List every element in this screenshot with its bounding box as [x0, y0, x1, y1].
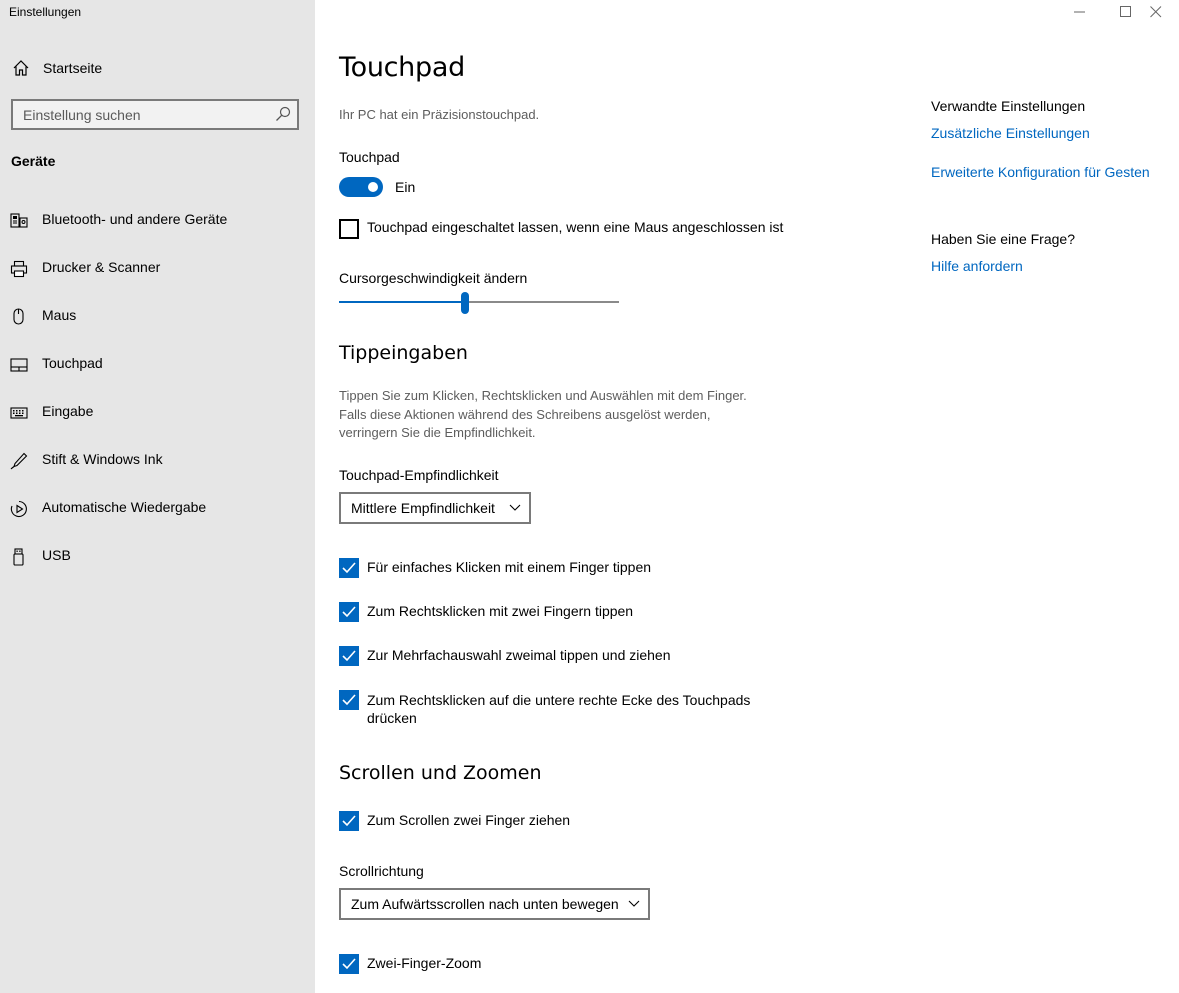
precision-info: Ihr PC hat ein Präzisionstouchpad.	[339, 107, 540, 122]
tap-right-click-label: Zum Rechtsklicken mit zwei Fingern tippe…	[367, 603, 634, 619]
dropdown-value: Mittlere Empfindlichkeit	[351, 500, 495, 516]
slider-thumb[interactable]	[461, 292, 469, 314]
search-box[interactable]	[11, 99, 299, 130]
sidebar-item-pen[interactable]: Stift & Windows Ink	[0, 438, 315, 482]
sidebar-item-label: Touchpad	[42, 355, 103, 371]
sidebar-item-autoplay[interactable]: Automatische Wiedergabe	[0, 486, 315, 530]
sidebar-item-label: Drucker & Scanner	[42, 259, 161, 275]
checkmark-icon	[342, 815, 356, 827]
sidebar-item-home[interactable]: Startseite	[0, 48, 315, 88]
checkmark-icon	[342, 958, 356, 970]
corner-right-click-checkbox[interactable]	[339, 690, 359, 710]
page-title: Touchpad	[339, 52, 465, 83]
slider-track	[469, 301, 619, 303]
sidebar-item-label: Maus	[42, 307, 77, 323]
keep-on-checkbox[interactable]	[339, 219, 359, 239]
get-help-link[interactable]: Hilfe anfordern	[931, 258, 1023, 274]
taps-description-line2: Falls diese Aktionen während des Schreib…	[339, 407, 711, 422]
home-icon	[12, 59, 30, 77]
tap-multi-select-label: Zur Mehrfachauswahl zweimal tippen und z…	[367, 647, 671, 663]
scroll-section-title: Scrollen und Zoomen	[339, 762, 542, 784]
sensitivity-dropdown[interactable]: Mittlere Empfindlichkeit	[339, 492, 531, 524]
two-finger-scroll-checkbox[interactable]	[339, 811, 359, 831]
chevron-down-icon	[628, 900, 640, 907]
touchpad-toggle[interactable]	[339, 177, 383, 197]
corner-right-click-label: Zum Rechtsklicken auf die untere rechte …	[367, 692, 751, 708]
chevron-down-icon	[509, 504, 521, 511]
dropdown-value: Zum Aufwärtsscrollen nach unten bewegen	[351, 896, 619, 912]
additional-settings-link[interactable]: Zusätzliche Einstellungen	[931, 125, 1090, 141]
sidebar-item-label: USB	[42, 547, 71, 563]
sidebar-item-touchpad[interactable]: Touchpad	[0, 342, 315, 386]
toggle-state-label: Ein	[395, 179, 416, 195]
pen-icon	[10, 452, 28, 470]
window-title: Einstellungen	[9, 5, 82, 19]
two-finger-zoom-label: Zwei-Finger-Zoom	[367, 955, 482, 971]
sidebar-item-printer[interactable]: Drucker & Scanner	[0, 246, 315, 290]
sidebar-item-mouse[interactable]: Maus	[0, 294, 315, 338]
usb-icon	[10, 548, 28, 566]
two-finger-zoom-checkbox[interactable]	[339, 954, 359, 974]
scroll-direction-label: Scrollrichtung	[339, 863, 424, 879]
main-content: Touchpad Ihr PC hat ein Präzisionstouchp…	[315, 0, 1179, 993]
sidebar-item-usb[interactable]: USB	[0, 534, 315, 578]
question-title: Haben Sie eine Frage?	[931, 231, 1075, 247]
sidebar-item-bluetooth[interactable]: Bluetooth- und andere Geräte	[0, 198, 315, 242]
autoplay-icon	[10, 500, 28, 518]
taps-section-title: Tippeingaben	[339, 342, 468, 364]
tap-single-click-label: Für einfaches Klicken mit einem Finger t…	[367, 559, 652, 575]
sidebar: Einstellungen Startseite Geräte Bluetoot…	[0, 0, 315, 993]
section-title: Geräte	[11, 153, 56, 169]
taps-description-line1: Tippen Sie zum Klicken, Rechtsklicken un…	[339, 388, 747, 403]
corner-right-click-label-line2: drücken	[367, 710, 417, 726]
cursor-speed-label: Cursorgeschwindigkeit ändern	[339, 270, 528, 286]
slider-track-filled	[339, 301, 461, 303]
touchpad-icon	[10, 356, 28, 374]
related-settings-title: Verwandte Einstellungen	[931, 98, 1086, 114]
sidebar-item-label: Stift & Windows Ink	[42, 451, 163, 467]
printer-icon	[10, 260, 28, 278]
sidebar-item-keyboard[interactable]: Eingabe	[0, 390, 315, 434]
touchpad-label: Touchpad	[339, 149, 400, 165]
tap-single-click-checkbox[interactable]	[339, 558, 359, 578]
taps-description-line3: verringern Sie die Empfindlichkeit.	[339, 425, 536, 440]
checkmark-icon	[342, 650, 356, 662]
toggle-knob	[368, 182, 378, 192]
advanced-gesture-config-link[interactable]: Erweiterte Konfiguration für Gesten	[931, 164, 1150, 180]
mouse-icon	[10, 308, 28, 326]
keyboard-icon	[10, 404, 28, 422]
tap-multi-select-checkbox[interactable]	[339, 646, 359, 666]
checkmark-icon	[342, 694, 356, 706]
search-input[interactable]	[23, 106, 263, 124]
sidebar-item-label: Startseite	[43, 60, 103, 76]
search-icon[interactable]	[275, 106, 291, 122]
cursor-speed-slider[interactable]	[339, 290, 619, 314]
sidebar-item-label: Automatische Wiedergabe	[42, 499, 207, 515]
sidebar-item-label: Bluetooth- und andere Geräte	[42, 211, 228, 227]
checkmark-icon	[342, 562, 356, 574]
bluetooth-devices-icon	[10, 212, 28, 230]
tap-right-click-checkbox[interactable]	[339, 602, 359, 622]
checkmark-icon	[342, 606, 356, 618]
sidebar-item-label: Eingabe	[42, 403, 94, 419]
keep-on-label: Touchpad eingeschaltet lassen, wenn eine…	[367, 219, 784, 235]
sensitivity-label: Touchpad-Empfindlichkeit	[339, 467, 499, 483]
two-finger-scroll-label: Zum Scrollen zwei Finger ziehen	[367, 812, 571, 828]
scroll-direction-dropdown[interactable]: Zum Aufwärtsscrollen nach unten bewegen	[339, 888, 650, 920]
